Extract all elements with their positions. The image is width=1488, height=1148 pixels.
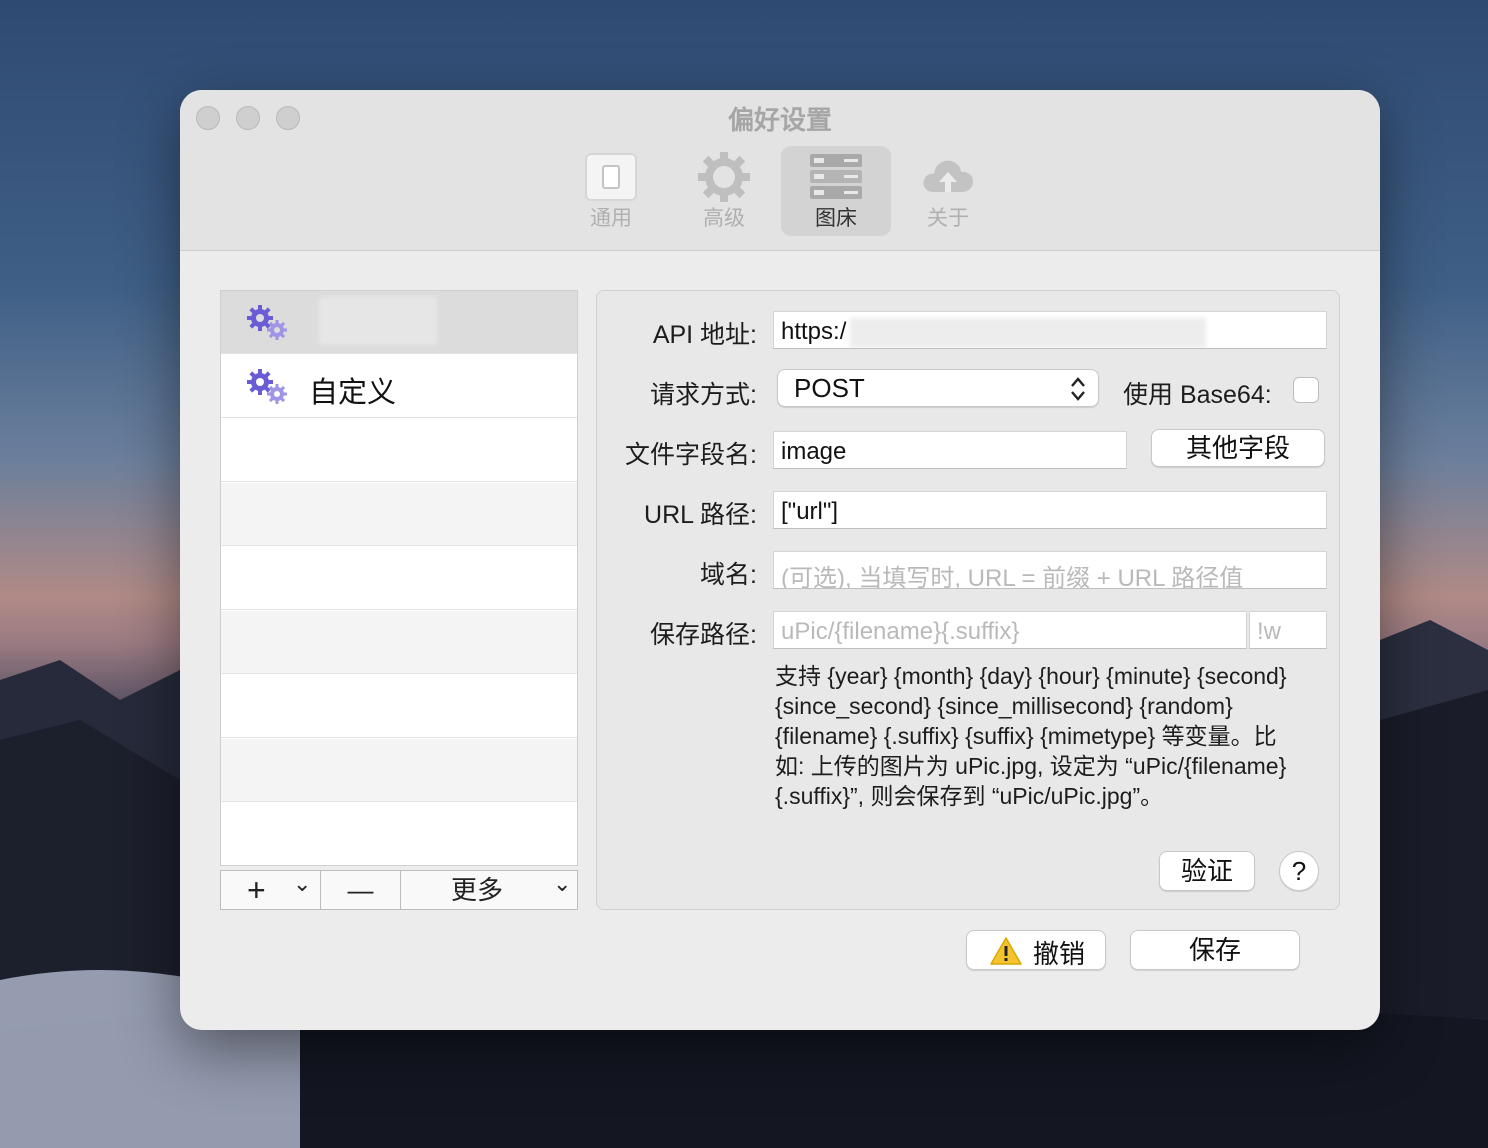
- method-value: POST: [794, 373, 865, 403]
- host-list-item[interactable]: [221, 291, 577, 354]
- host-name: 自定义: [309, 377, 397, 409]
- cancel-button[interactable]: 撤销: [966, 930, 1106, 970]
- api-url-input[interactable]: https:/: [773, 311, 1327, 349]
- remove-host-button[interactable]: —: [321, 871, 401, 909]
- empty-row: [221, 675, 577, 738]
- tab-about-label: 关于: [927, 207, 969, 230]
- host-config-panel: API 地址: https:/ 请求方式: POST 使用 Base64: 文件…: [596, 290, 1340, 910]
- server-icon: [810, 154, 862, 199]
- tab-hosts-label: 图床: [815, 207, 857, 230]
- url-path-input[interactable]: ["url"]: [773, 491, 1327, 529]
- verify-button[interactable]: 验证: [1159, 851, 1255, 891]
- window-title: 偏好设置: [727, 105, 832, 135]
- warning-icon: [990, 937, 1022, 965]
- more-menu-button[interactable]: 更多 ⌄: [401, 871, 577, 909]
- empty-row: [221, 547, 577, 610]
- empty-row: [221, 483, 577, 546]
- cancel-label: 撤销: [1033, 939, 1086, 969]
- up-down-chevron-icon: [1071, 377, 1085, 401]
- custom-gears-icon: [247, 369, 287, 404]
- help-text-line: 支持 {year} {month} {day} {hour} {minute} …: [775, 663, 1287, 689]
- save-button[interactable]: 保存: [1130, 930, 1300, 970]
- help-text-line: {since_second} {since_millisecond} {rand…: [775, 693, 1233, 719]
- empty-row: [221, 803, 577, 866]
- more-label: 更多: [451, 875, 504, 905]
- domain-input[interactable]: (可选), 当填写时, URL = 前缀 + URL 路径值: [773, 551, 1327, 589]
- plus-icon: +: [247, 872, 266, 908]
- tab-advanced-label: 高级: [703, 207, 745, 230]
- suffix-input[interactable]: !w: [1249, 611, 1327, 649]
- tab-hosts[interactable]: 图床: [781, 146, 891, 236]
- empty-row: [221, 611, 577, 674]
- file-field-label: 文件字段名:: [625, 441, 757, 469]
- list-toolbar: + ⌄ — 更多 ⌄: [220, 870, 578, 910]
- host-list: 自定义: [220, 290, 578, 866]
- redacted-url: [850, 318, 1206, 348]
- tab-about[interactable]: 关于: [893, 146, 1003, 236]
- help-text-line: {.suffix}”, 则会保存到 “uPic/uPic.jpg”。: [775, 783, 1164, 809]
- other-fields-button[interactable]: 其他字段: [1151, 429, 1325, 467]
- empty-row: [221, 739, 577, 802]
- help-text-line: 如: 上传的图片为 uPic.jpg, 设定为 “uPic/{filename}: [775, 753, 1287, 779]
- base64-checkbox[interactable]: [1293, 377, 1319, 403]
- host-list-item[interactable]: 自定义: [221, 355, 577, 418]
- base64-label: 使用 Base64:: [1123, 381, 1272, 409]
- empty-row: [221, 419, 577, 482]
- toolbar: 偏好设置 通用 高级 图床 关于: [180, 90, 1380, 251]
- minus-icon: —: [347, 875, 374, 905]
- tab-advanced[interactable]: 高级: [669, 146, 779, 236]
- preferences-window: 偏好设置 通用 高级 图床 关于 自定义 + ⌄ — 更多 ⌄ API 地址: …: [180, 90, 1380, 1030]
- save-path-input[interactable]: uPic/{filename}{.suffix}: [773, 611, 1247, 649]
- gear-icon: [698, 152, 750, 202]
- chevron-down-icon: ⌄: [293, 871, 312, 896]
- save-path-label: 保存路径:: [650, 621, 757, 649]
- help-text-line: {filename} {.suffix} {suffix} {mimetype}…: [775, 723, 1277, 749]
- api-url-value: https:/: [781, 318, 847, 345]
- domain-label: 域名:: [700, 561, 757, 589]
- tab-general-label: 通用: [590, 207, 632, 230]
- cloud-upload-icon: [923, 160, 974, 192]
- help-button[interactable]: ?: [1279, 851, 1319, 891]
- redacted-name: [319, 297, 437, 345]
- method-label: 请求方式:: [650, 381, 757, 409]
- custom-gears-icon: [247, 305, 287, 340]
- method-select[interactable]: POST: [777, 369, 1099, 407]
- url-path-label: URL 路径:: [644, 501, 757, 529]
- switch-icon: [585, 153, 637, 201]
- add-host-button[interactable]: + ⌄: [221, 871, 321, 909]
- tab-general[interactable]: 通用: [556, 146, 666, 236]
- api-label: API 地址:: [652, 321, 757, 349]
- chevron-down-icon: ⌄: [553, 871, 572, 896]
- file-field-input[interactable]: image: [773, 431, 1127, 469]
